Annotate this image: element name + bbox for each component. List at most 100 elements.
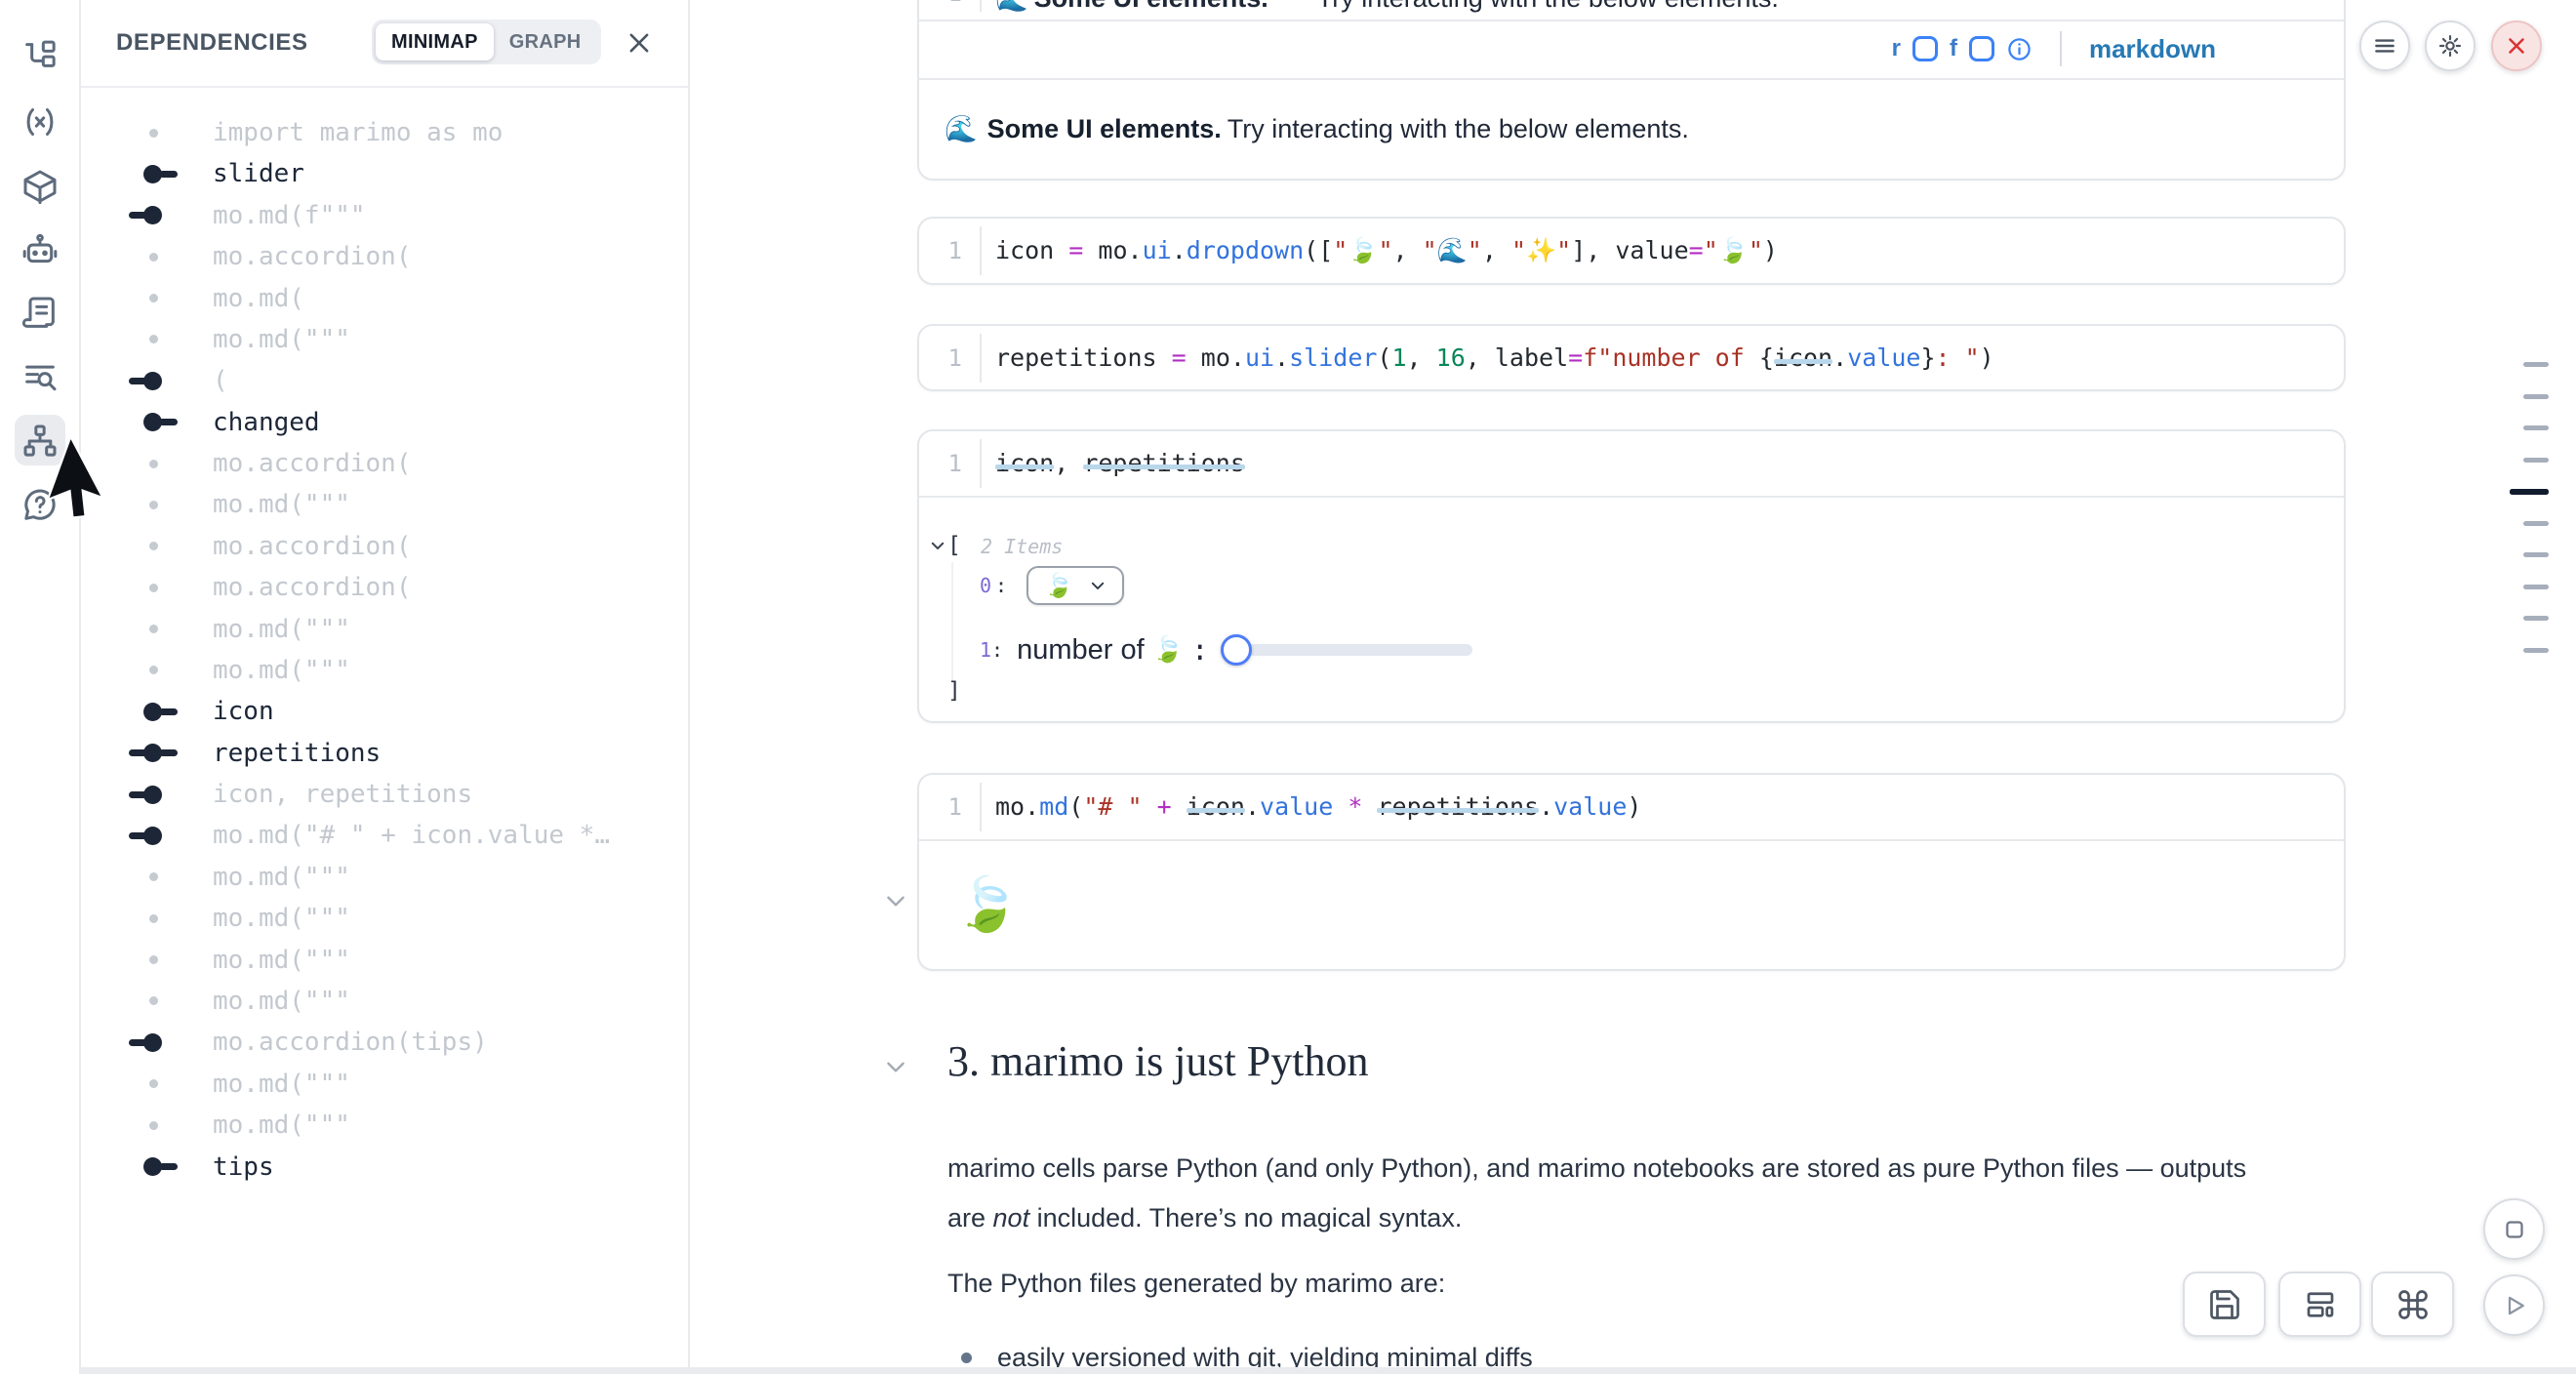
minimap-item-label: mo.accordion( [213, 242, 412, 271]
snippets-icon[interactable] [20, 294, 60, 333]
minimap-item-label: import marimo as mo [213, 118, 503, 147]
minimap-item[interactable]: import marimo as mo [79, 112, 684, 153]
cell-scroll-mark[interactable] [2510, 489, 2549, 495]
gutter-divider [980, 439, 982, 488]
line-number: 1 [919, 0, 962, 21]
minimap-item[interactable]: mo.md( [79, 278, 684, 319]
code-editor[interactable]: 1 repetitions = mo.ui.slider(1, 16, labe… [919, 326, 2344, 390]
minimap-item[interactable]: mo.md(f""" [79, 195, 684, 236]
layout-button[interactable] [2278, 1272, 2361, 1337]
code-editor[interactable]: 1 icon = mo.ui.dropdown(["🍃", "🌊", "✨"],… [919, 219, 2344, 283]
shutdown-button[interactable] [2491, 20, 2542, 71]
ai-assistant-icon[interactable] [20, 230, 60, 269]
chevron-down-icon [1089, 577, 1107, 594]
minimap-item[interactable]: ( [79, 360, 684, 401]
dependencies-panel: DEPENDENCIES MINIMAP GRAPH import marimo… [79, 0, 690, 1374]
slider-track[interactable] [1248, 644, 1472, 656]
language-toggle[interactable]: markdown [2089, 34, 2216, 64]
minimap-item[interactable]: slider [79, 153, 684, 194]
minimap-item[interactable]: mo.md(""" [79, 650, 684, 691]
gutter-divider [980, 226, 982, 275]
collapse-chevron-icon[interactable] [929, 537, 946, 554]
command-palette-button[interactable] [2371, 1272, 2454, 1337]
reactive-checkbox[interactable] [1912, 36, 1938, 61]
minimap-item[interactable]: mo.accordion(tips) [79, 1022, 684, 1063]
minimap-item[interactable]: mo.md(""" [79, 319, 684, 360]
file-tree-icon[interactable] [20, 38, 60, 77]
code-cell-tuple: 1 icon, repetitions [ 2 Items 0: 🍃 [917, 429, 2346, 723]
minimap-item[interactable]: mo.md(""" [79, 1105, 684, 1146]
minimap-item[interactable]: icon, repetitions [79, 774, 684, 815]
tree-row-1: 1: number of 🍃 : [980, 630, 1472, 669]
fstring-checkbox[interactable] [1969, 36, 1994, 61]
minimap-item[interactable]: mo.md(""" [79, 609, 684, 650]
minimap-item-label: tips [213, 1152, 274, 1182]
minimap-item[interactable]: changed [79, 402, 684, 443]
minimap-item[interactable]: tips [79, 1147, 684, 1188]
outline-search-icon[interactable] [20, 358, 60, 397]
cell-scroll-mark[interactable] [2523, 616, 2549, 621]
minimap-item[interactable]: mo.md(""" [79, 857, 684, 898]
marimo-app: DEPENDENCIES MINIMAP GRAPH import marimo… [0, 0, 2576, 1374]
icon-dropdown-select[interactable]: 🍃 [1026, 566, 1124, 605]
dependency-minimap-list: import marimo as mo slidermo.md(f""" mo.ac… [79, 86, 688, 1374]
minimap-item[interactable]: mo.md(""" [79, 898, 684, 939]
wave-emoji: 🌊 [995, 0, 1028, 13]
cell-scroll-mark[interactable] [2523, 648, 2549, 653]
minimap-item[interactable]: mo.accordion( [79, 443, 684, 484]
line-number: 1 [919, 431, 962, 496]
line-number: 1 [919, 775, 962, 839]
minimap-item-label: repetitions [213, 739, 381, 768]
minimap-item-label: mo.accordion( [213, 532, 412, 561]
close-panel-button[interactable] [625, 29, 653, 57]
stop-button[interactable] [2483, 1198, 2545, 1260]
tab-graph[interactable]: GRAPH [494, 23, 597, 61]
tree-output: [ 2 Items 0: 🍃 1: number of 🍃 [919, 498, 2344, 721]
minimap-item[interactable]: mo.md(""" [79, 484, 684, 525]
wave-emoji: 🌊 [945, 113, 978, 144]
code-cell-slider: 1 repetitions = mo.ui.slider(1, 16, labe… [917, 324, 2346, 391]
minimap-item-label: mo.md(""" [213, 946, 350, 975]
variables-icon[interactable] [20, 102, 60, 141]
run-button[interactable] [2483, 1274, 2545, 1336]
cell-scroll-mark[interactable] [2523, 458, 2549, 463]
settings-gear-button[interactable] [2425, 20, 2475, 71]
minimap-item[interactable]: mo.md(""" [79, 940, 684, 981]
minimap-item[interactable]: mo.md(""" [79, 981, 684, 1022]
save-button[interactable] [2183, 1272, 2266, 1337]
minimap-item[interactable]: mo.md("# " + icon.value *… [79, 815, 684, 856]
cell-scroll-mark[interactable] [2523, 394, 2549, 399]
cell-scroll-mark[interactable] [2523, 585, 2549, 589]
packages-icon[interactable] [20, 167, 60, 206]
dependencies-icon[interactable] [20, 422, 60, 461]
minimap-item[interactable]: mo.accordion( [79, 567, 684, 608]
notebook-area: 1 🌊Some UI elements.Try interacting with… [690, 0, 2576, 1374]
markdown-source-line: 🌊Some UI elements.Try interacting with t… [995, 0, 1779, 14]
markdown-cell-editor[interactable]: 1 🌊Some UI elements.Try interacting with… [919, 0, 2344, 21]
minimap-item[interactable]: mo.md(""" [79, 1064, 684, 1105]
minimap-item-label: mo.md(""" [213, 656, 350, 685]
bottom-scrollbar-track[interactable] [79, 1367, 2576, 1374]
cell-scroll-mark[interactable] [2523, 552, 2549, 557]
cell-scroll-mark[interactable] [2523, 521, 2549, 526]
cell-scroll-mark[interactable] [2523, 425, 2549, 430]
tab-minimap[interactable]: MINIMAP [376, 23, 494, 61]
code-editor[interactable]: 1 icon, repetitions [919, 431, 2344, 498]
minimap-item[interactable]: repetitions [79, 733, 684, 774]
minimap-item-label: ( [213, 366, 228, 395]
collapse-chevron-icon[interactable] [883, 1054, 908, 1079]
minimap-item-label: mo.md(""" [213, 987, 350, 1016]
minimap-item[interactable]: icon [79, 691, 684, 732]
slider-thumb[interactable] [1221, 634, 1252, 666]
code-editor[interactable]: 1 mo.md("# " + icon.value * repetitions.… [919, 775, 2344, 841]
code-line: icon = mo.ui.dropdown(["🍃", "🌊", "✨"], v… [995, 219, 2334, 283]
minimap-item-label: changed [213, 408, 320, 437]
info-icon[interactable] [2006, 36, 2033, 62]
menu-button[interactable] [2359, 20, 2410, 71]
section-heading: 3. marimo is just Python [947, 1036, 1368, 1086]
cell-scroll-mark[interactable] [2523, 362, 2549, 367]
markdown-output: 🌊Some UI elements.Try interacting with t… [945, 80, 2318, 178]
collapse-chevron-icon[interactable] [883, 888, 908, 913]
minimap-item[interactable]: mo.accordion( [79, 236, 684, 277]
minimap-item[interactable]: mo.accordion( [79, 526, 684, 567]
